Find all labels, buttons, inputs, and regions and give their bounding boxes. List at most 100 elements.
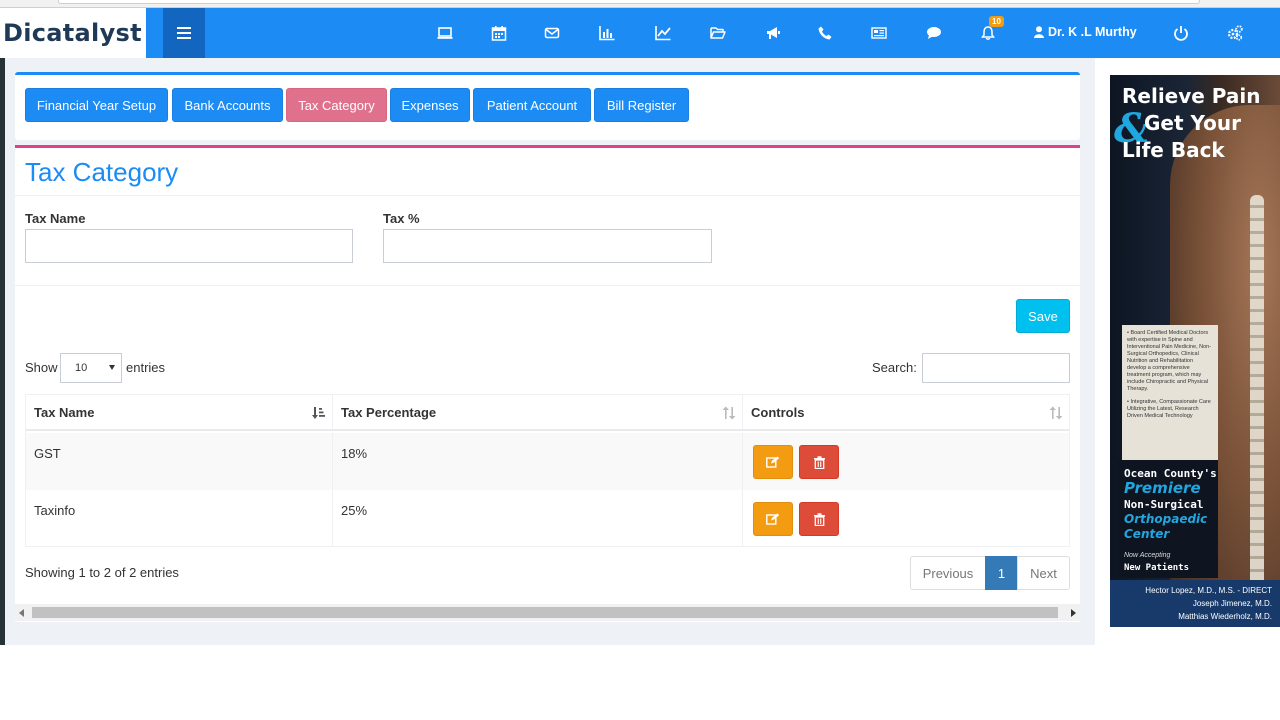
trash-icon: [813, 455, 825, 469]
edit-button[interactable]: [753, 445, 793, 479]
scroll-right-icon[interactable]: [1071, 609, 1076, 617]
ad-doctor: Joseph Jimenez, M.D.: [1192, 599, 1272, 608]
controls-cell: [743, 433, 1069, 490]
ad-headline-line: Life Back: [1122, 138, 1225, 162]
tax-name-cell: GST: [26, 433, 333, 490]
ad-text: Now Accepting: [1124, 552, 1171, 559]
settings-icon[interactable]: [1222, 20, 1248, 46]
ad-doctor: Matthias Wiederholz, M.D.: [1178, 612, 1272, 621]
ad-bullet: • Integrative, Compassionate Care Utiliz…: [1127, 399, 1211, 419]
tax-name-cell: Taxinfo: [26, 490, 333, 547]
search-input[interactable]: [922, 353, 1070, 383]
form-divider: [15, 285, 1080, 286]
tax-category-box: Tax Category Tax Name Tax % Save Show 10…: [15, 145, 1080, 622]
ad-text: Orthopaedic: [1124, 512, 1208, 526]
folder-open-icon[interactable]: [705, 20, 731, 46]
user-icon: [1034, 26, 1044, 38]
column-header-tax-name[interactable]: Tax Name: [26, 395, 333, 431]
ad-text: Non-Surgical: [1124, 498, 1204, 511]
tab-bank-accounts[interactable]: Bank Accounts: [172, 88, 283, 122]
tab-financial-year-setup[interactable]: Financial Year Setup: [25, 88, 168, 122]
tax-percent-label: Tax %: [383, 211, 420, 226]
line-chart-icon[interactable]: [650, 20, 676, 46]
ad-text: New Patients: [1124, 563, 1190, 573]
pagination-previous[interactable]: Previous: [910, 556, 986, 590]
desktop-icon[interactable]: [432, 20, 458, 46]
entries-label: entries: [126, 360, 166, 375]
logo-text: Dicatalyst: [3, 19, 142, 47]
top-navbar: Dicatalyst 10 Dr. K .L Murthy: [0, 8, 1280, 58]
ad-bullets: • Board Certified Medical Doctors with e…: [1122, 325, 1218, 460]
advertisement-banner[interactable]: & Relieve Pain Get Your Life Back • Boar…: [1110, 75, 1280, 627]
tax-percentage-cell: 25%: [333, 490, 743, 547]
entries-length-value: 10: [75, 362, 88, 374]
pagination-next[interactable]: Next: [1017, 556, 1070, 590]
trash-icon: [813, 512, 825, 526]
entries-length-select[interactable]: 10: [60, 353, 122, 383]
chat-icon[interactable]: [921, 20, 947, 46]
ad-headline-line: Relieve Pain: [1122, 84, 1261, 108]
ad-headline: Relieve Pain Get Your Life Back: [1122, 83, 1261, 164]
user-menu[interactable]: Dr. K .L Murthy: [1034, 25, 1137, 39]
tab-tax-category[interactable]: Tax Category: [286, 88, 387, 122]
tab-bill-register[interactable]: Bill Register: [594, 88, 689, 122]
page-title: Tax Category: [25, 157, 179, 187]
tax-table: Tax Name Tax Percentage Controls GST 18%: [25, 394, 1070, 547]
bullhorn-icon[interactable]: [760, 20, 786, 46]
bell-icon[interactable]: 10: [975, 16, 1004, 46]
sort-ascending-icon: [312, 407, 325, 419]
horizontal-scrollbar[interactable]: [15, 604, 1080, 621]
tax-percentage-cell: 18%: [333, 433, 743, 490]
tax-name-input[interactable]: [25, 229, 353, 263]
column-header-controls[interactable]: Controls: [743, 395, 1069, 431]
delete-button[interactable]: [799, 502, 839, 536]
browser-address-strip: [0, 0, 1280, 8]
power-icon[interactable]: [1168, 20, 1194, 46]
ad-text: Center: [1124, 527, 1170, 541]
hamburger-icon: [177, 27, 191, 39]
column-header-tax-percentage[interactable]: Tax Percentage: [333, 395, 743, 431]
ad-doctor: Hector Lopez, M.D., M.S. - DIRECT: [1145, 586, 1272, 595]
table-row: Taxinfo 25%: [26, 490, 1069, 547]
sort-icon: [722, 406, 736, 420]
tax-percent-input[interactable]: [383, 229, 712, 263]
sort-icon: [1049, 406, 1063, 420]
ad-doctor-list: Hector Lopez, M.D., M.S. - DIRECT Joseph…: [1110, 580, 1280, 627]
scrollbar-thumb[interactable]: [32, 607, 1058, 618]
table-row: GST 18%: [26, 433, 1069, 490]
edit-button[interactable]: [753, 502, 793, 536]
controls-cell: [743, 490, 1069, 547]
search-label: Search:: [872, 360, 917, 375]
bar-chart-icon[interactable]: [594, 20, 620, 46]
table-info: Showing 1 to 2 of 2 entries: [25, 565, 179, 580]
delete-button[interactable]: [799, 445, 839, 479]
ad-headline-line: Get Your: [1144, 111, 1241, 135]
ad-bullet: • Board Certified Medical Doctors with e…: [1127, 330, 1212, 392]
tax-name-label: Tax Name: [25, 211, 86, 226]
column-header-label: Tax Name: [34, 404, 95, 420]
ad-text: Premiere: [1124, 479, 1201, 497]
newspaper-icon[interactable]: [866, 20, 892, 46]
notification-badge: 10: [989, 16, 1004, 27]
column-header-label: Controls: [751, 404, 805, 420]
save-button[interactable]: Save: [1016, 299, 1070, 333]
menu-toggle-button[interactable]: [163, 8, 205, 58]
mail-icon[interactable]: [539, 20, 565, 46]
scroll-left-icon[interactable]: [19, 609, 24, 617]
caret-down-icon: [109, 365, 115, 370]
user-name: Dr. K .L Murthy: [1048, 25, 1137, 39]
edit-icon: [766, 513, 780, 525]
tab-patient-account[interactable]: Patient Account: [473, 88, 591, 122]
title-divider: [15, 195, 1080, 196]
logo[interactable]: Dicatalyst: [0, 8, 146, 58]
phone-icon[interactable]: [812, 20, 838, 46]
edit-icon: [766, 456, 780, 468]
tab-expenses[interactable]: Expenses: [390, 88, 470, 122]
ad-photo-spine: [1250, 195, 1264, 627]
browser-url-bar[interactable]: [58, 0, 1200, 4]
accounts-tab-panel: Financial Year Setup Bank Accounts Tax C…: [15, 72, 1080, 140]
column-header-label: Tax Percentage: [341, 404, 437, 420]
calendar-icon[interactable]: [486, 20, 512, 46]
show-label: Show: [25, 360, 58, 375]
pagination-page-1[interactable]: 1: [985, 556, 1018, 590]
